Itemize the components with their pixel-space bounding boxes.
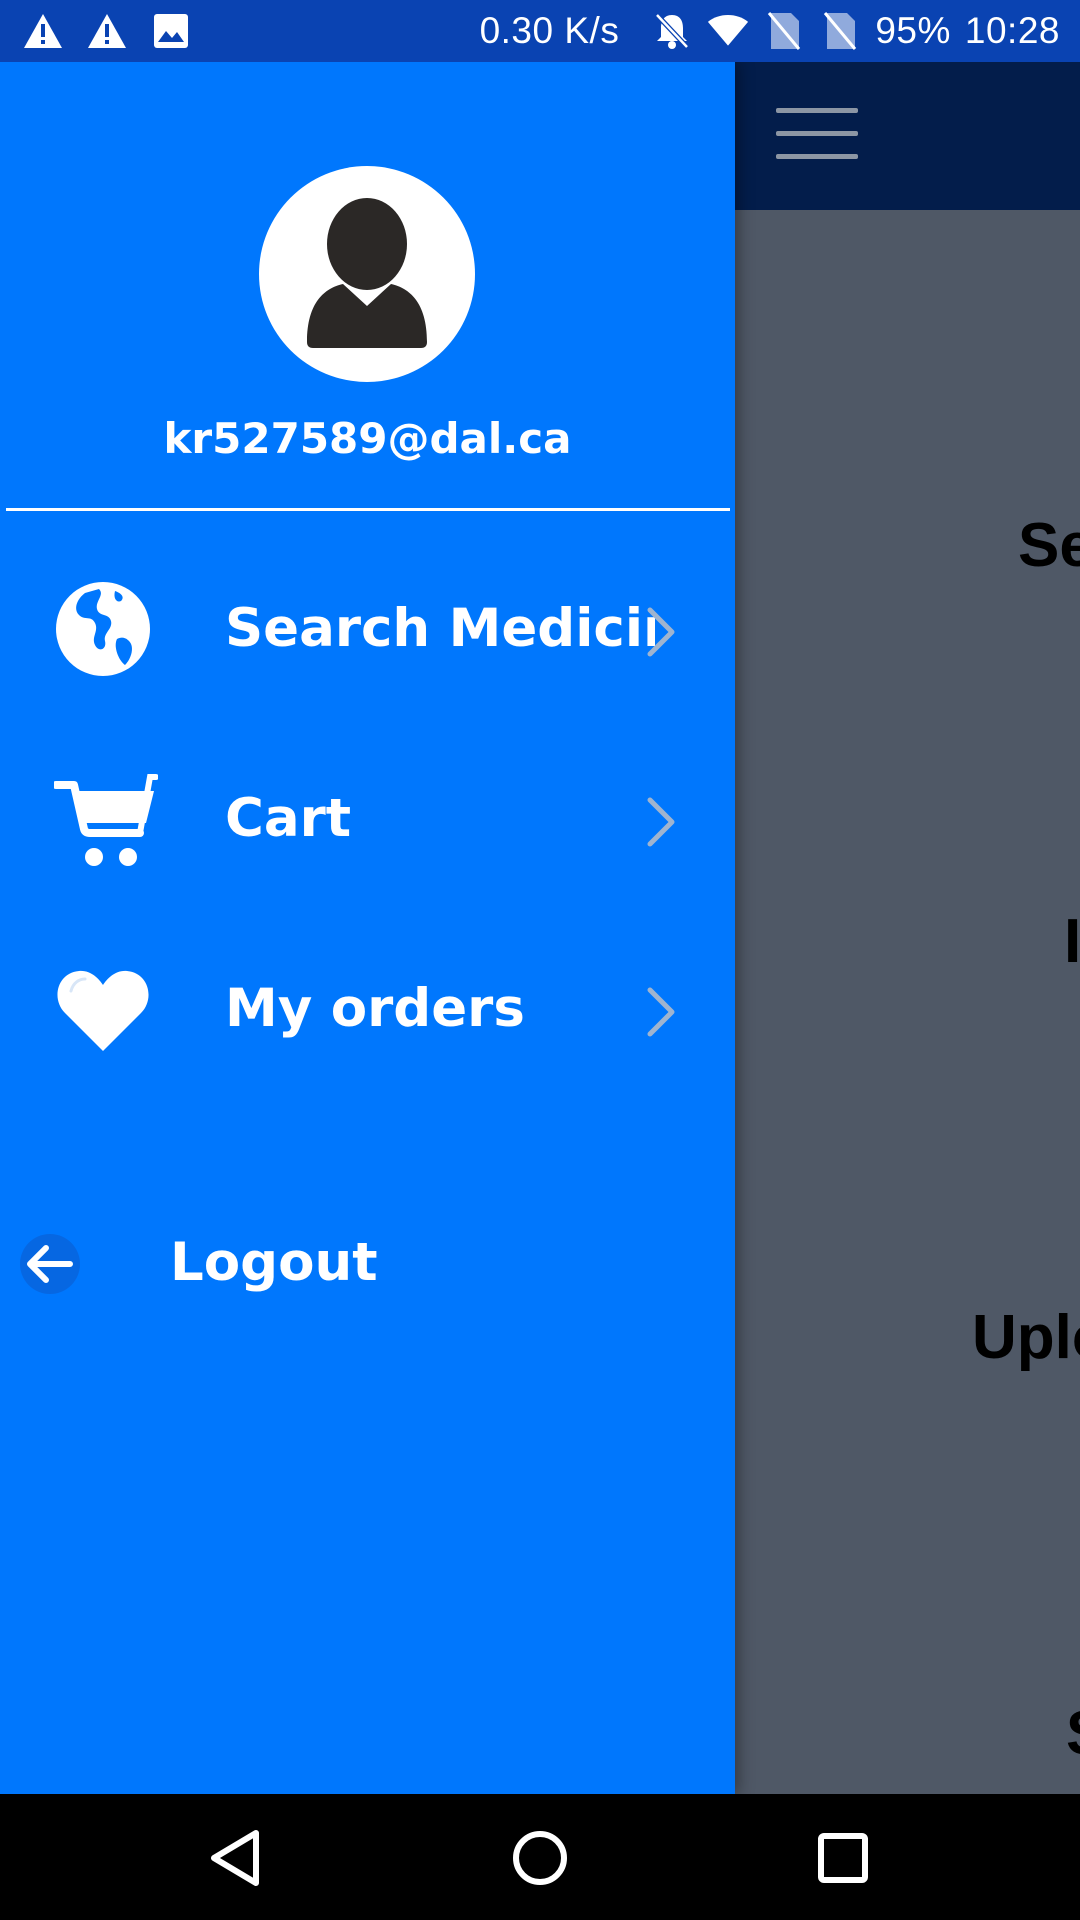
background-text-fragment: Uplo [972, 1303, 1080, 1372]
menu-item-label: Cart [225, 788, 352, 849]
navigation-bar [0, 1794, 1080, 1920]
bell-off-icon [651, 10, 693, 52]
logout-button[interactable]: Logout [0, 1192, 735, 1332]
menu-item-label: My orders [225, 978, 525, 1039]
background-text-fragment: Se [1018, 511, 1080, 580]
background-text-fragment: S [1066, 1698, 1080, 1769]
warning-icon [22, 10, 64, 52]
navigation-drawer: kr527589@dal.ca Search Medicine [0, 62, 735, 1794]
background-text-fragment: I [1064, 907, 1080, 976]
no-sim-icon [819, 10, 861, 52]
hamburger-menu-icon[interactable] [776, 104, 858, 164]
screen: 0.30 K/s 95% 10:28 Se I Uplo S [0, 0, 1080, 1920]
chevron-right-icon [644, 984, 678, 1040]
network-speed: 0.30 K/s [479, 10, 620, 51]
arrow-left-icon [18, 1232, 82, 1296]
status-bar: 0.30 K/s 95% 10:28 [0, 0, 1080, 62]
cart-icon [52, 767, 159, 871]
menu-item-search-medicine[interactable]: Search Medicine [0, 554, 735, 704]
logout-label: Logout [170, 1232, 378, 1293]
warning-icon [86, 10, 128, 52]
back-icon[interactable] [206, 1827, 268, 1889]
recents-icon[interactable] [812, 1827, 874, 1889]
home-icon[interactable] [509, 1827, 571, 1889]
chevron-right-icon [644, 794, 678, 850]
user-icon [307, 198, 427, 348]
battery-level: 95% [875, 10, 951, 51]
user-email: kr527589@dal.ca [163, 414, 572, 463]
no-sim-icon [763, 10, 805, 52]
menu-item-label: Search Medicine [225, 598, 655, 659]
image-icon [150, 10, 192, 52]
globe-icon [55, 581, 151, 677]
divider [6, 508, 730, 511]
heart-icon [55, 961, 151, 1057]
wifi-icon [707, 10, 749, 52]
avatar[interactable] [259, 166, 475, 382]
clock: 10:28 [964, 10, 1060, 51]
menu-item-my-orders[interactable]: My orders [0, 934, 735, 1084]
menu-item-cart[interactable]: Cart [0, 744, 735, 894]
chevron-right-icon [644, 604, 678, 660]
